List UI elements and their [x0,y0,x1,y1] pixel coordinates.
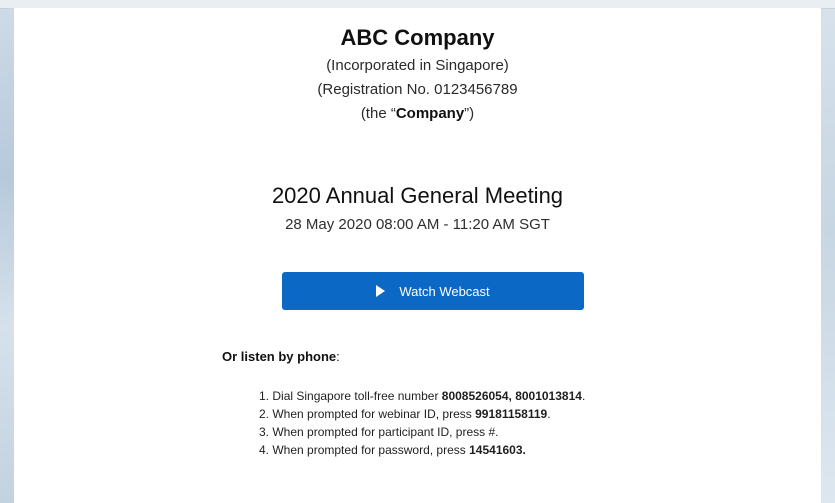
meeting-datetime: 28 May 2020 08:00 AM - 11:20 AM SGT [285,216,550,233]
company-short-name: (the “Company”) [14,105,821,122]
phone-step-text: Dial Singapore toll-free number [272,389,442,403]
phone-step-highlight: 99181158119 [475,407,548,421]
phone-step-number: 2. [259,407,270,421]
phone-heading-suffix: : [336,349,340,364]
phone-step-text: When prompted for password, press [272,443,470,457]
phone-step-1: 1. Dial Singapore toll-free number 80085… [259,387,585,405]
phone-step-number: 4. [259,443,270,457]
phone-step-3: 3. When prompted for participant ID, pre… [259,423,585,441]
phone-step-suffix: . [581,389,586,403]
page-background-left [0,0,14,503]
company-name: ABC Company [340,25,495,50]
watch-webcast-label: Watch Webcast [399,283,490,299]
meeting-card: ABC Company (Incorporated in Singapore) … [14,8,821,503]
phone-step-highlight: 8008526054, 8001013814 [441,389,582,403]
phone-step-4: 4. When prompted for password, press 145… [259,441,585,459]
phone-step-2: 2. When prompted for webinar ID, press 9… [259,405,585,423]
phone-instructions-heading: Or listen by phone: [222,349,340,364]
phone-step-text: When prompted for webinar ID, press [272,407,476,421]
registration-number: (Registration No. 0123456789 [317,81,518,98]
company-short-name-bold: Company [395,105,465,122]
phone-step-number: 3. [259,425,270,439]
phone-step-highlight: 14541603. [469,443,526,457]
company-short-name-prefix: (the “ [360,105,396,122]
meeting-title: 2020 Annual General Meeting [271,183,564,208]
play-icon [376,285,386,297]
phone-step-suffix: . [547,407,551,421]
phone-step-text: When prompted for participant ID, press … [272,425,499,439]
watch-webcast-button[interactable]: Watch Webcast [282,272,584,310]
company-short-name-suffix: ”) [464,105,475,122]
phone-heading-label: Or listen by phone [222,349,337,364]
incorporation-text: (Incorporated in Singapore) [326,57,509,74]
phone-steps-list: 1. Dial Singapore toll-free number 80085… [259,387,585,459]
phone-step-number: 1. [259,389,270,403]
page-background-right [821,0,835,503]
